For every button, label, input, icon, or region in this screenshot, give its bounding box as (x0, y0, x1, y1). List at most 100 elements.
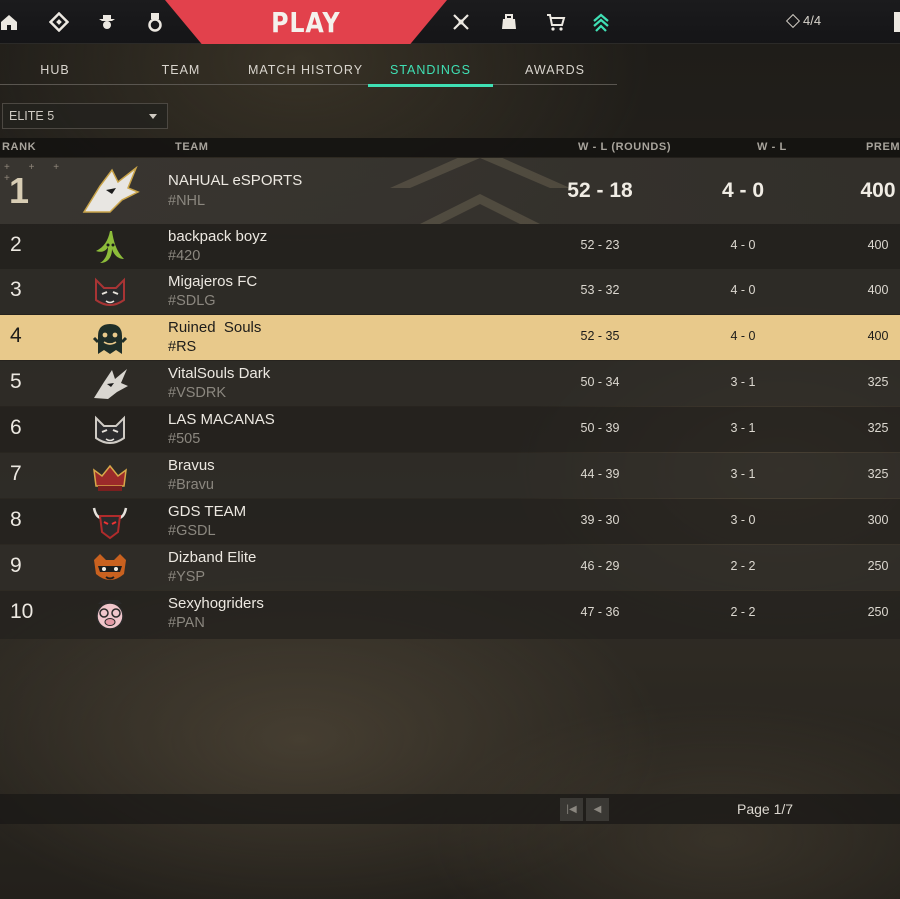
premier-score: 400 (867, 329, 889, 343)
pagination-bar: |◀ ◀ Page 1/7 (0, 794, 900, 824)
agents-icon[interactable] (94, 9, 120, 35)
rank-number: 9 (10, 554, 22, 577)
team-name: Ruined Souls (168, 319, 262, 336)
wl-value: 4 - 0 (730, 329, 756, 343)
wl-rounds-value: 39 - 30 (580, 513, 620, 527)
team-tag: #GSDL (168, 523, 216, 539)
wl-rounds-value: 47 - 36 (580, 605, 620, 619)
pig-logo (96, 600, 124, 630)
wl-rounds-value: 52 - 35 (580, 329, 620, 343)
premier-icon[interactable] (588, 9, 614, 35)
chevron-down-icon (149, 114, 157, 119)
team-name: Migajeros FC (168, 273, 258, 290)
table-row[interactable]: 8 GDS TEAM #GSDL 39 - 30 3 - 0 300 (0, 499, 900, 544)
premier-score: 325 (867, 375, 889, 389)
premier-score: 325 (867, 467, 889, 481)
home-icon[interactable] (0, 9, 22, 35)
battlepass-icon[interactable] (448, 9, 474, 35)
team-name: GDS TEAM (168, 503, 247, 520)
premier-score: 250 (867, 605, 889, 619)
team-name: Sexyhogriders (168, 595, 264, 612)
team-tag: #SDLG (168, 293, 216, 309)
tab-standings[interactable]: STANDINGS (368, 55, 493, 87)
wl-value: 4 - 0 (721, 179, 765, 202)
premier-score: 400 (867, 283, 889, 297)
standings-header: RANK TEAM W - L (ROUNDS) W - L PREMI (0, 138, 900, 157)
sub-tabs: HUB TEAM MATCH HISTORY STANDINGS AWARDS (0, 55, 617, 87)
premier-score: 325 (867, 421, 889, 435)
raccoon-logo (94, 554, 126, 580)
bull-logo (92, 507, 128, 540)
crown-logo (93, 464, 127, 491)
tab-hub[interactable]: HUB (0, 55, 110, 85)
wl-rounds-value: 52 - 23 (580, 238, 620, 252)
points-value: 4/4 (803, 13, 822, 28)
collection-icon[interactable] (142, 9, 168, 35)
banana-logo (96, 231, 124, 263)
wl-value: 4 - 0 (730, 283, 756, 297)
wl-value: 3 - 1 (730, 467, 756, 481)
rank-number: 7 (10, 462, 22, 485)
wl-value: 2 - 2 (730, 559, 756, 573)
team-name: Dizband Elite (168, 549, 257, 566)
wl-rounds-value: 46 - 29 (580, 559, 620, 573)
tab-match-history[interactable]: MATCH HISTORY (243, 55, 368, 85)
team-tag: #NHL (168, 193, 206, 209)
first-page-button[interactable]: |◀ (560, 798, 583, 821)
header-premier: PREMI (866, 141, 900, 153)
prev-page-button[interactable]: ◀ (586, 798, 609, 821)
tab-awards[interactable]: AWARDS (493, 55, 617, 85)
store-icon[interactable] (543, 9, 569, 35)
first-page-icon: |◀ (566, 804, 577, 815)
rank-number: 4 (10, 324, 22, 347)
menu-edge[interactable] (894, 12, 900, 32)
wl-value: 4 - 0 (730, 238, 756, 252)
team-name: Bravus (168, 457, 215, 474)
header-wl-rounds: W - L (ROUNDS) (578, 141, 672, 153)
team-name: backpack boyz (168, 228, 268, 245)
agent-contracts-icon[interactable] (496, 9, 522, 35)
wl-value: 3 - 1 (730, 421, 756, 435)
table-row[interactable]: 10 Sexyhogriders #PAN 47 - 36 2 - 2 250 (0, 591, 900, 639)
header-wl: W - L (757, 141, 787, 153)
table-row[interactable]: 9 Dizband Elite #YSP 46 - 29 2 - 2 250 (0, 545, 900, 590)
division-select-value: ELITE 5 (9, 109, 55, 123)
table-row[interactable]: 6 LAS MACANAS #505 50 - 39 3 - 1 325 (0, 407, 900, 452)
premier-score: 400 (860, 179, 896, 202)
rank-number: 6 (10, 416, 22, 439)
table-row[interactable]: 2 backpack boyz #420 52 - 23 4 - 0 400 (0, 224, 900, 269)
table-row-first[interactable]: + + + + 1 NAHUAL eSPORTS #NHL 52 - 18 4 -… (0, 158, 900, 224)
rank-number: 10 (10, 600, 34, 623)
cat-logo (95, 277, 125, 306)
premier-score: 400 (867, 238, 889, 252)
play-tab[interactable]: PLAY (165, 0, 447, 44)
tab-team[interactable]: TEAM (120, 55, 242, 85)
rank-number: 3 (10, 278, 22, 301)
top-nav: PLAY 4/4 (0, 0, 900, 44)
table-row[interactable]: 7 Bravus #Bravu 44 - 39 3 - 1 325 (0, 453, 900, 498)
cat-logo (95, 415, 125, 444)
team-tag: #420 (168, 248, 201, 264)
wl-rounds-value: 50 - 34 (580, 375, 620, 389)
table-row[interactable]: 5 VitalSouls Dark #VSDRK 50 - 34 3 - 1 3… (0, 361, 900, 406)
team-name: VitalSouls Dark (168, 365, 271, 382)
team-tag: #YSP (168, 569, 206, 585)
wl-value: 3 - 0 (730, 513, 756, 527)
rank-number: 1 (9, 170, 30, 211)
table-row[interactable]: 3 Migajeros FC #SDLG 53 - 32 4 - 0 400 (0, 269, 900, 314)
table-row-own-team[interactable]: 4 Ruined Souls #RS 52 - 35 4 - 0 400 (0, 315, 900, 360)
team-tag: #RS (168, 339, 197, 355)
ghost-logo (92, 324, 128, 354)
wolf-logo (82, 166, 140, 213)
wl-rounds-value: 44 - 39 (580, 467, 620, 481)
wl-rounds-value: 52 - 18 (567, 179, 633, 202)
career-icon[interactable] (46, 9, 72, 35)
rank-number: 8 (10, 508, 22, 531)
wl-rounds-value: 53 - 32 (580, 283, 620, 297)
diamond-icon (785, 13, 801, 28)
header-rank: RANK (2, 141, 37, 153)
team-tag: #PAN (168, 615, 205, 631)
division-select[interactable]: ELITE 5 (2, 103, 168, 129)
play-label: PLAY (271, 5, 341, 39)
rank-number: 5 (10, 370, 22, 393)
